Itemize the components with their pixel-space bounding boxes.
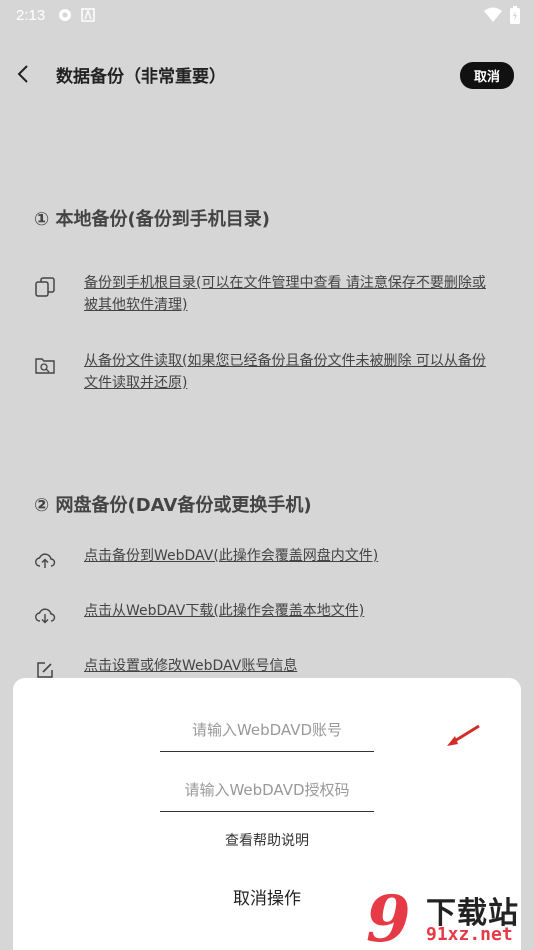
watermark-digit: 9	[366, 882, 411, 950]
restore-from-file-item[interactable]: 从备份文件读取(如果您已经备份且备份文件未被删除 可以从备份文件读取并还原)	[34, 350, 504, 394]
auth-code-input[interactable]	[160, 780, 374, 799]
local-backup-title: ① 本地备份(备份到手机目录)	[34, 209, 270, 230]
status-bar: 2:13	[0, 0, 534, 30]
backup-to-webdav-item[interactable]: 点击备份到WebDAV(此操作会覆盖网盘内文件)	[34, 545, 504, 571]
download-from-webdav-label: 点击从WebDAV下载(此操作会覆盖本地文件)	[84, 603, 365, 619]
backup-to-root-label: 备份到手机根目录(可以在文件管理中查看 请注意保存不要删除或被其他软件清理)	[84, 275, 486, 313]
account-input[interactable]	[160, 720, 374, 739]
backup-to-webdav-label: 点击备份到WebDAV(此操作会覆盖网盘内文件)	[84, 548, 379, 564]
back-button[interactable]	[12, 62, 36, 86]
account-field[interactable]	[160, 708, 374, 752]
red-arrow-icon	[443, 722, 483, 754]
status-time: 2:13	[16, 6, 46, 24]
backup-to-root-item[interactable]: 备份到手机根目录(可以在文件管理中查看 请注意保存不要删除或被其他软件清理)	[34, 272, 504, 316]
page-title: 数据备份（非常重要）	[56, 67, 226, 87]
auth-code-field[interactable]	[160, 768, 374, 812]
battery-icon	[510, 6, 520, 28]
wifi-icon	[484, 7, 502, 27]
folder-search-icon	[34, 354, 56, 376]
download-from-webdav-item[interactable]: 点击从WebDAV下载(此操作会覆盖本地文件)	[34, 600, 504, 626]
chevron-left-icon	[17, 65, 28, 83]
cloud-backup-title: ② 网盘备份(DAV备份或更换手机)	[34, 495, 312, 516]
help-link[interactable]: 查看帮助说明	[13, 830, 521, 850]
app-notification-icon	[57, 7, 73, 23]
cloud-download-icon	[34, 604, 56, 626]
top-bar: 数据备份（非常重要） 取消	[0, 52, 534, 96]
a-notification-icon	[81, 8, 95, 22]
cancel-button[interactable]: 取消	[459, 62, 514, 89]
restore-from-file-label: 从备份文件读取(如果您已经备份且备份文件未被删除 可以从备份文件读取并还原)	[84, 353, 486, 391]
cloud-upload-icon	[34, 549, 56, 571]
watermark-logo: 9 下载站 91xz.net	[364, 882, 534, 950]
copy-icon	[34, 276, 56, 298]
watermark-url: 91xz.net	[426, 924, 513, 945]
